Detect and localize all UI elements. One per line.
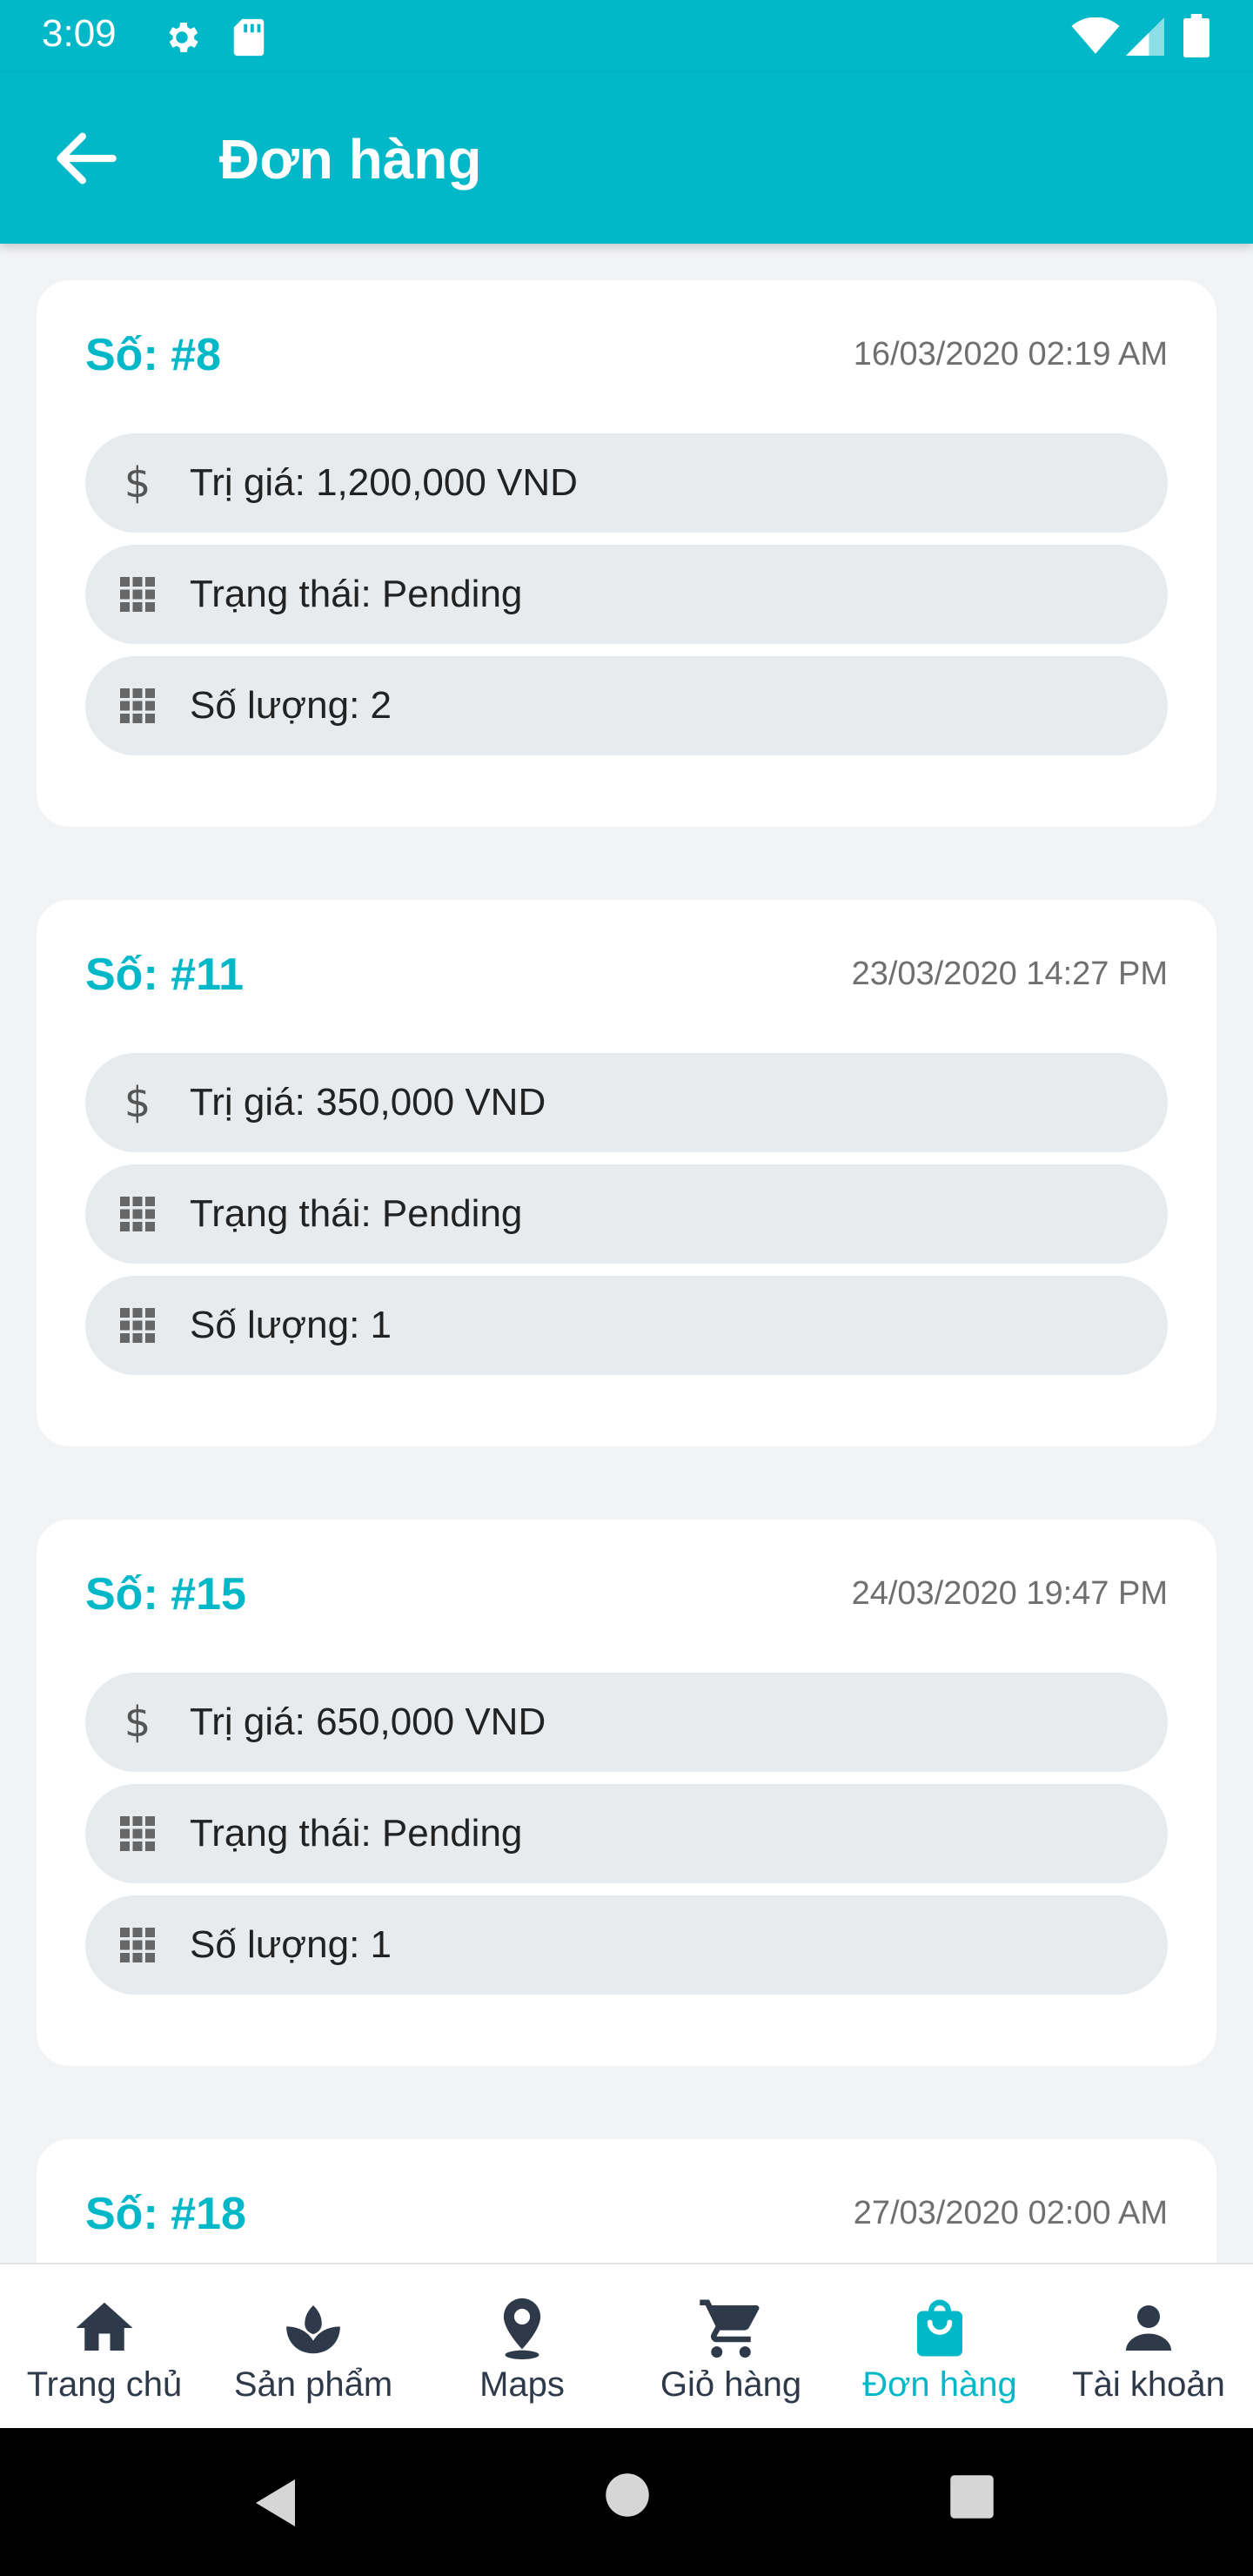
map-pin-icon xyxy=(503,2298,541,2360)
order-value-pill: $ Trị giá: 1,200,000 VND xyxy=(85,433,1168,533)
order-card[interactable]: Số: #18 27/03/2020 02:00 AM xyxy=(37,2139,1216,2263)
order-status: Trạng thái: Pending xyxy=(190,1812,523,1855)
dollar-icon: $ xyxy=(124,462,151,504)
person-icon xyxy=(1126,2305,1171,2351)
nav-label: Sản phẩm xyxy=(233,2365,393,2404)
order-card[interactable]: Số: #8 16/03/2020 02:19 AM $ Trị giá: 1,… xyxy=(37,280,1216,827)
wifi-icon xyxy=(1071,17,1120,54)
nav-label: Maps xyxy=(479,2365,565,2404)
nav-item-orders[interactable]: Đơn hàng xyxy=(835,2264,1044,2430)
order-number: Số: #8 xyxy=(85,330,222,380)
order-value: Trị giá: 350,000 VND xyxy=(190,1081,546,1124)
nav-item-cart[interactable]: Giỏ hàng xyxy=(626,2264,835,2430)
order-quantity: Số lượng: 1 xyxy=(190,1923,392,1966)
dollar-icon: $ xyxy=(124,1082,151,1124)
order-status-pill: Trạng thái: Pending xyxy=(85,1784,1168,1883)
order-quantity-pill: Số lượng: 1 xyxy=(85,1276,1168,1375)
battery-icon xyxy=(1183,14,1209,57)
order-status-pill: Trạng thái: Pending xyxy=(85,545,1168,644)
nav-label: Tài khoản xyxy=(1072,2365,1225,2404)
order-value: Trị giá: 1,200,000 VND xyxy=(190,461,578,504)
grid-icon xyxy=(120,1928,155,1962)
system-back-icon[interactable] xyxy=(245,2472,308,2534)
cart-icon xyxy=(700,2299,760,2358)
nav-label: Giỏ hàng xyxy=(660,2365,802,2404)
grid-icon xyxy=(120,688,155,723)
order-status-pill: Trạng thái: Pending xyxy=(85,1164,1168,1264)
plant-icon xyxy=(286,2305,340,2354)
nav-item-products[interactable]: Sản phẩm xyxy=(209,2264,418,2430)
svg-text:$: $ xyxy=(124,462,151,504)
svg-text:$: $ xyxy=(124,1701,151,1743)
nav-item-home[interactable]: Trang chủ xyxy=(0,2264,209,2430)
order-quantity-pill: Số lượng: 2 xyxy=(85,656,1168,755)
order-value-pill: $ Trị giá: 350,000 VND xyxy=(85,1053,1168,1152)
nav-item-maps[interactable]: Maps xyxy=(418,2264,626,2430)
order-value: Trị giá: 650,000 VND xyxy=(190,1701,546,1743)
nav-label: Đơn hàng xyxy=(862,2365,1017,2404)
order-card[interactable]: Số: #11 23/03/2020 14:27 PM $ Trị giá: 3… xyxy=(37,900,1216,1446)
grid-icon xyxy=(120,577,155,612)
order-date: 27/03/2020 02:00 AM xyxy=(853,2195,1168,2231)
svg-text:$: $ xyxy=(124,1082,151,1124)
status-bar: 3:09 xyxy=(0,0,1253,73)
order-quantity: Số lượng: 1 xyxy=(190,1304,392,1346)
system-navigation-bar xyxy=(0,2428,1253,2576)
settings-gear-icon xyxy=(169,23,198,52)
order-number: Số: #18 xyxy=(85,2189,246,2239)
bottom-navigation: Trang chủ Sản phẩm Maps Giỏ hàng Đơn hàn… xyxy=(0,2263,1253,2428)
grid-icon xyxy=(120,1816,155,1851)
order-date: 16/03/2020 02:19 AM xyxy=(853,336,1168,372)
order-card[interactable]: Số: #15 24/03/2020 19:47 PM $ Trị giá: 6… xyxy=(37,1519,1216,2066)
nav-label: Trang chủ xyxy=(26,2365,183,2404)
order-value-pill: $ Trị giá: 650,000 VND xyxy=(85,1673,1168,1772)
page-title: Đơn hàng xyxy=(219,128,482,191)
order-quantity-pill: Số lượng: 1 xyxy=(85,1895,1168,1995)
shopping-bag-icon xyxy=(917,2299,962,2357)
dollar-icon: $ xyxy=(124,1701,151,1743)
signal-icon xyxy=(1126,17,1164,56)
order-number: Số: #15 xyxy=(85,1569,246,1620)
order-quantity: Số lượng: 2 xyxy=(190,684,392,727)
home-icon xyxy=(76,2302,133,2351)
order-status: Trạng thái: Pending xyxy=(190,1192,523,1235)
nav-item-account[interactable]: Tài khoản xyxy=(1044,2264,1253,2430)
status-time: 3:09 xyxy=(42,12,117,55)
system-recents-icon[interactable] xyxy=(948,2473,995,2520)
grid-icon xyxy=(120,1197,155,1231)
back-arrow-icon[interactable] xyxy=(52,131,118,186)
system-home-icon[interactable] xyxy=(604,2472,651,2519)
sd-card-icon xyxy=(233,18,265,57)
app-bar: Đơn hàng xyxy=(0,73,1253,244)
order-date: 24/03/2020 19:47 PM xyxy=(851,1575,1168,1612)
order-list[interactable]: Số: #8 16/03/2020 02:19 AM $ Trị giá: 1,… xyxy=(0,244,1253,2263)
order-number: Số: #11 xyxy=(85,949,245,1000)
order-status: Trạng thái: Pending xyxy=(190,573,523,615)
order-date: 23/03/2020 14:27 PM xyxy=(851,956,1168,992)
grid-icon xyxy=(120,1308,155,1343)
